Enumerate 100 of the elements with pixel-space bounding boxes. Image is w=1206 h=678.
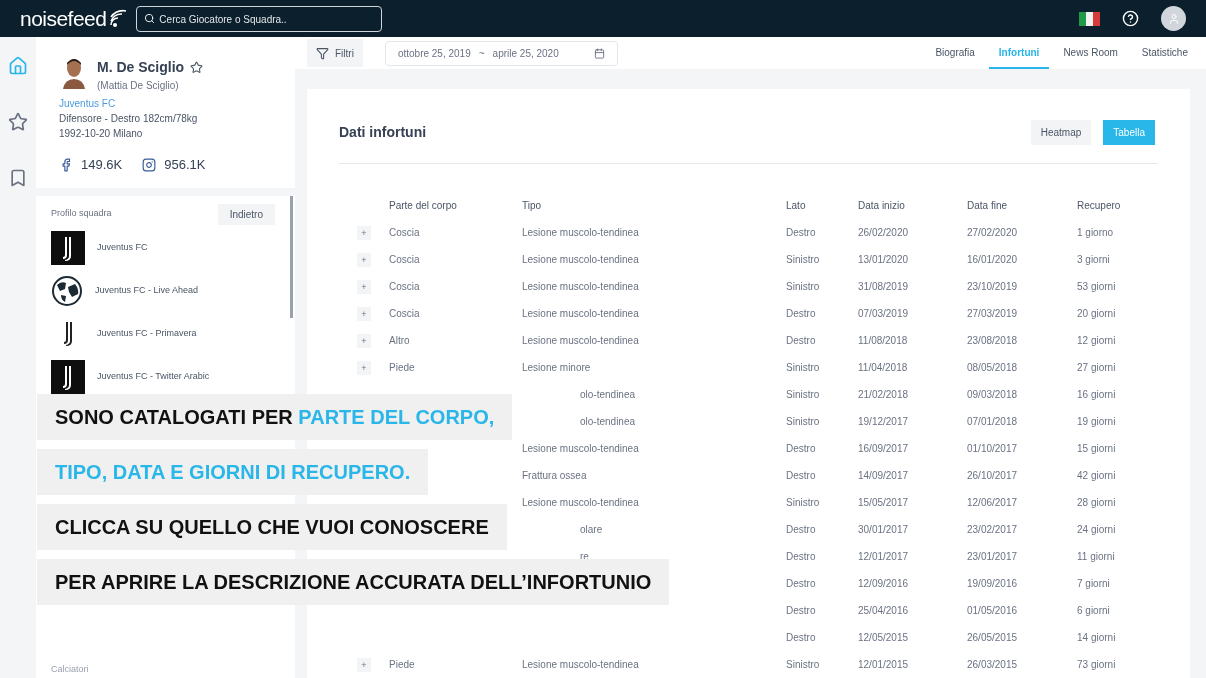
column-header: Recupero bbox=[1077, 199, 1122, 213]
table-cell: Piede bbox=[389, 659, 415, 670]
calendar-icon bbox=[593, 47, 605, 59]
table-cell-text: 11 giorni bbox=[1077, 550, 1116, 564]
table-cell-text: 09/03/2018 bbox=[967, 388, 1019, 402]
team-item[interactable]: Juventus FC - Live Ahead bbox=[51, 273, 275, 308]
table-cell-text: 31/08/2019 bbox=[858, 280, 910, 294]
search-field[interactable]: Cerca Giocatore o Squadra.. bbox=[136, 6, 383, 32]
column-header: Data inizio bbox=[858, 199, 906, 213]
column-header: Parte del corpo bbox=[389, 199, 458, 213]
table-cell-text: Destro bbox=[786, 334, 817, 348]
expand-button[interactable]: + bbox=[357, 225, 371, 240]
table-cell-text: 20 giorni bbox=[1077, 307, 1117, 321]
table-cell: Coscia bbox=[389, 308, 420, 319]
expand-button[interactable]: + bbox=[357, 279, 371, 294]
table-cell-text: 07/01/2018 bbox=[967, 415, 1019, 429]
table-cell-text: 73 giorni bbox=[1077, 658, 1117, 672]
table-cell-text: 27/02/2020 bbox=[967, 226, 1019, 240]
flag-icon[interactable] bbox=[1079, 11, 1100, 26]
table-cell-text: Sinistro bbox=[786, 415, 821, 429]
signal-icon bbox=[107, 8, 128, 29]
team-logo bbox=[51, 230, 85, 265]
table-cell: Lesione muscolo-tendinea bbox=[522, 443, 639, 454]
table-cell-text: 23/10/2019 bbox=[967, 280, 1019, 294]
filter-button[interactable]: Filtri bbox=[307, 39, 363, 67]
table-cell-text: Destro bbox=[786, 631, 817, 645]
table-cell-text: Sinistro bbox=[786, 253, 821, 267]
table-cell-text: 7 giorni bbox=[1077, 577, 1111, 591]
player-full-name: (Mattia De Sciglio) bbox=[97, 79, 180, 93]
date-range-field[interactable]: ottobre 25, 2019 ~ aprile 25, 2020 bbox=[384, 40, 618, 66]
player-role: Difensore - Destro 182cm/78kg bbox=[59, 112, 199, 126]
star-icon[interactable] bbox=[8, 112, 28, 132]
table-cell-text: Sinistro bbox=[786, 280, 821, 294]
table-cell-text: Destro bbox=[786, 469, 817, 483]
view-toggle[interactable]: Heatmap bbox=[1030, 119, 1092, 145]
table-cell-text: 19/09/2016 bbox=[967, 577, 1019, 591]
table-cell: Frattura ossea bbox=[522, 470, 587, 481]
table-cell: Lesione muscolo-tendinea bbox=[522, 254, 639, 265]
table-cell: olo-tendinea bbox=[580, 389, 636, 400]
tab[interactable]: Statistiche bbox=[1131, 37, 1198, 69]
team-logo bbox=[64, 321, 72, 346]
expand-button[interactable]: + bbox=[357, 252, 371, 267]
user-avatar[interactable] bbox=[1161, 6, 1186, 31]
table-cell-text: 28 giorni bbox=[1077, 496, 1117, 510]
user-icon bbox=[1167, 12, 1180, 25]
table-cell-text: Sinistro bbox=[786, 496, 821, 510]
expand-button[interactable]: + bbox=[357, 657, 371, 672]
back-button[interactable]: Indietro bbox=[217, 203, 275, 225]
table-cell-text: 15 giorni bbox=[1077, 442, 1117, 456]
follower-count: 149.6K bbox=[81, 156, 123, 174]
facebook-icon[interactable] bbox=[59, 157, 73, 172]
expand-button[interactable]: + bbox=[357, 306, 371, 321]
table-cell-text: 07/03/2019 bbox=[858, 307, 910, 321]
column-header: Tipo bbox=[522, 199, 543, 213]
table-cell-text: 26/02/2020 bbox=[858, 226, 910, 240]
table-cell: olare bbox=[580, 524, 603, 535]
help-icon[interactable] bbox=[1122, 10, 1139, 27]
table-cell: Lesione muscolo-tendinea bbox=[522, 308, 639, 319]
table-cell-text: 16/09/2017 bbox=[858, 442, 910, 456]
expand-button[interactable]: + bbox=[357, 360, 371, 375]
follower-count: 956.1K bbox=[164, 156, 206, 174]
table-cell-text: 23/01/2017 bbox=[967, 550, 1019, 564]
table-cell-text: 1 giorno bbox=[1077, 226, 1115, 240]
expand-button[interactable]: + bbox=[357, 333, 371, 348]
table-cell-text: Sinistro bbox=[786, 658, 821, 672]
table-cell-text: Destro bbox=[786, 577, 817, 591]
table-cell-text: 23/02/2017 bbox=[967, 523, 1019, 537]
team-item[interactable]: Juventus FC - Twitter Arabic bbox=[51, 359, 275, 394]
table-cell-text: Destro bbox=[786, 550, 817, 564]
table-cell-text: 23/08/2018 bbox=[967, 334, 1019, 348]
table-cell-text: 12/01/2017 bbox=[858, 550, 910, 564]
player-name: M. De Sciglio bbox=[97, 58, 185, 77]
section-label: Calciatori bbox=[51, 662, 90, 676]
table-cell-text: Sinistro bbox=[786, 361, 821, 375]
bookmark-icon[interactable] bbox=[8, 168, 28, 188]
table-cell: Lesione muscolo-tendinea bbox=[522, 227, 639, 238]
team-item[interactable]: Juventus FC - Primavera bbox=[51, 316, 275, 351]
tab[interactable]: News Room bbox=[1053, 37, 1128, 69]
scrollbar[interactable] bbox=[290, 195, 293, 318]
instagram-icon[interactable] bbox=[142, 157, 157, 172]
table-cell: Coscia bbox=[389, 227, 420, 238]
team-item[interactable]: Juventus FC bbox=[51, 230, 275, 265]
caption: PER APRIRE LA DESCRIZIONE ACCURATA DELL’INFORTUNIO bbox=[37, 559, 670, 605]
logo[interactable]: noisefeed bbox=[20, 2, 107, 35]
player-birth: 1992-10-20 Milano bbox=[59, 127, 144, 141]
column-header: Lato bbox=[786, 199, 807, 213]
table-cell-text: Destro bbox=[786, 226, 817, 240]
table-cell: Coscia bbox=[389, 254, 420, 265]
table-cell: Lesione muscolo-tendinea bbox=[522, 281, 639, 292]
table-cell: Piede bbox=[389, 362, 415, 373]
section-label: Profilo squadra bbox=[51, 207, 112, 221]
star-icon[interactable] bbox=[190, 61, 204, 74]
table-cell: Lesione minore bbox=[522, 362, 591, 373]
table-cell-text: 27/03/2019 bbox=[967, 307, 1019, 321]
table-cell-text: 19/12/2017 bbox=[858, 415, 910, 429]
table-cell-text: 16 giorni bbox=[1077, 388, 1117, 402]
table-cell-text: 12/06/2017 bbox=[967, 496, 1019, 510]
tab[interactable]: Biografia bbox=[925, 37, 985, 69]
table-cell-text: 26/05/2015 bbox=[967, 631, 1019, 645]
table-cell: Coscia bbox=[389, 281, 420, 292]
